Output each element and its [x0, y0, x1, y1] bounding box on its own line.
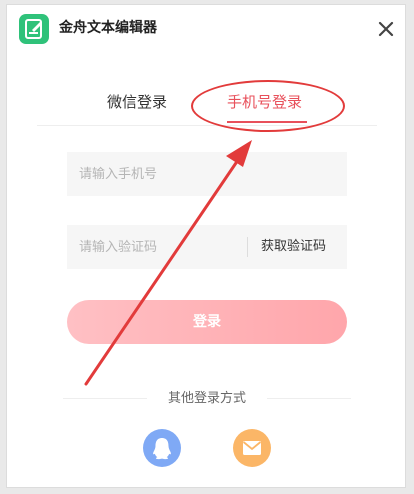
app-logo-icon: [19, 14, 49, 44]
verification-code-input[interactable]: [67, 225, 237, 269]
get-code-button[interactable]: 获取验证码: [261, 238, 326, 256]
window-title: 金舟文本编辑器: [59, 20, 157, 36]
other-login-divider: 其他登录方式: [63, 389, 351, 409]
mail-icon: [242, 441, 262, 455]
login-window: 金舟文本编辑器 微信登录 手机号登录 获取验证码 登录 其他登录方式: [6, 4, 406, 488]
divider-line-right: [267, 398, 351, 399]
mail-login-button[interactable]: [233, 429, 271, 467]
login-button[interactable]: 登录: [67, 300, 347, 344]
close-icon: [378, 21, 394, 37]
phone-field-container: [67, 152, 347, 196]
annotation-ellipse: [191, 80, 345, 132]
code-field-container: 获取验证码: [67, 225, 347, 269]
phone-input[interactable]: [67, 152, 347, 196]
qq-login-button[interactable]: [143, 429, 181, 467]
tab-wechat-login[interactable]: 微信登录: [107, 92, 167, 112]
title-bar: 金舟文本编辑器: [7, 5, 405, 51]
qq-icon: [153, 438, 171, 460]
code-divider: [247, 237, 248, 257]
other-login-label: 其他登录方式: [167, 391, 246, 406]
close-button[interactable]: [377, 20, 395, 38]
